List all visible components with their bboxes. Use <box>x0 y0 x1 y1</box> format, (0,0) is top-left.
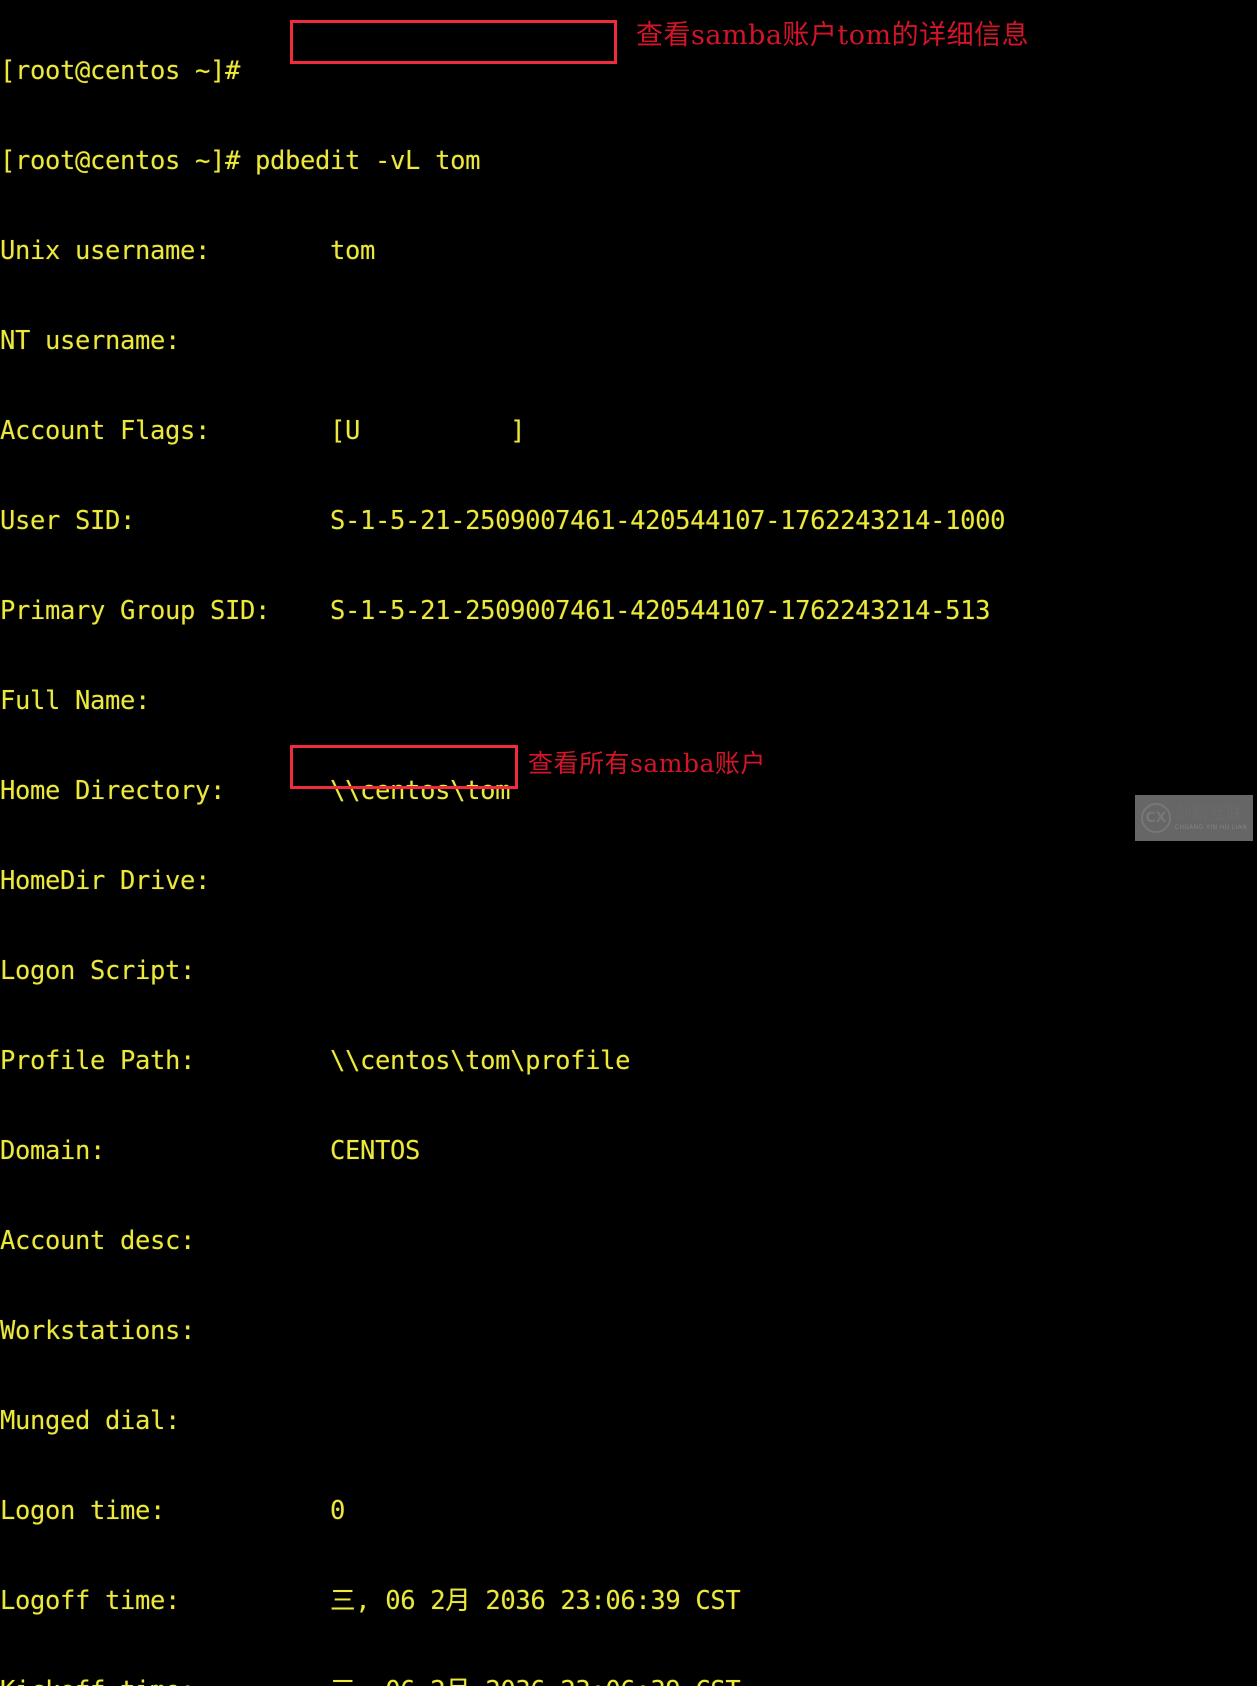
terminal-line-kickoff-time: Kickoff time: 三, 06 2月 2036 23:06:39 CST <box>0 1676 1257 1686</box>
terminal-line-logoff-time: Logoff time: 三, 06 2月 2036 23:06:39 CST <box>0 1586 741 1616</box>
annotation-label-1: 查看samba账户tom的详细信息 <box>636 20 1030 51</box>
terminal-line-profile-path: Profile Path: \\centos\tom\profile <box>0 1046 631 1076</box>
terminal-output[interactable]: [root@centos ~]# [root@centos ~]# pdbedi… <box>0 0 1257 1686</box>
annotation-label-2: 查看所有samba账户 <box>528 749 766 778</box>
terminal-line-home-directory: Home Directory: \\centos\tom <box>0 776 511 806</box>
terminal-line-primary-group-sid: Primary Group SID: S-1-5-21-2509007461-4… <box>0 596 991 626</box>
terminal-line-domain: Domain: CENTOS <box>0 1136 421 1166</box>
terminal-line-account-desc: Account desc: <box>0 1226 196 1256</box>
terminal-line-account-flags: Account Flags: [U ] <box>0 416 526 446</box>
watermark: CX 创新互联 CHUANG XIN HU LIAN <box>1135 795 1253 841</box>
terminal-line-munged-dial: Munged dial: <box>0 1406 181 1436</box>
terminal-line-full-name: Full Name: <box>0 686 151 716</box>
terminal-line-nt-username: NT username: <box>0 326 181 356</box>
terminal-screen: [root@centos ~]# [root@centos ~]# pdbedi… <box>0 0 1257 1686</box>
terminal-line-homedir-drive: HomeDir Drive: <box>0 866 211 896</box>
watermark-en-label: CHUANG XIN HU LIAN <box>1174 823 1248 831</box>
terminal-line-workstations: Workstations: <box>0 1316 196 1346</box>
watermark-logo-icon: CX <box>1140 803 1171 833</box>
watermark-cn-label: 创新互联 <box>1174 803 1243 824</box>
terminal-line-user-sid: User SID: S-1-5-21-2509007461-420544107-… <box>0 506 1006 536</box>
terminal-line-logon-time: Logon time: 0 <box>0 1496 346 1526</box>
watermark-text: 创新互联 CHUANG XIN HU LIAN <box>1174 803 1248 831</box>
terminal-line-unix-username: Unix username: tom <box>0 236 376 266</box>
terminal-line-command-1: [root@centos ~]# pdbedit -vL tom <box>0 146 481 176</box>
terminal-line: [root@centos ~]# <box>0 56 241 86</box>
terminal-line-logon-script: Logon Script: <box>0 956 196 986</box>
